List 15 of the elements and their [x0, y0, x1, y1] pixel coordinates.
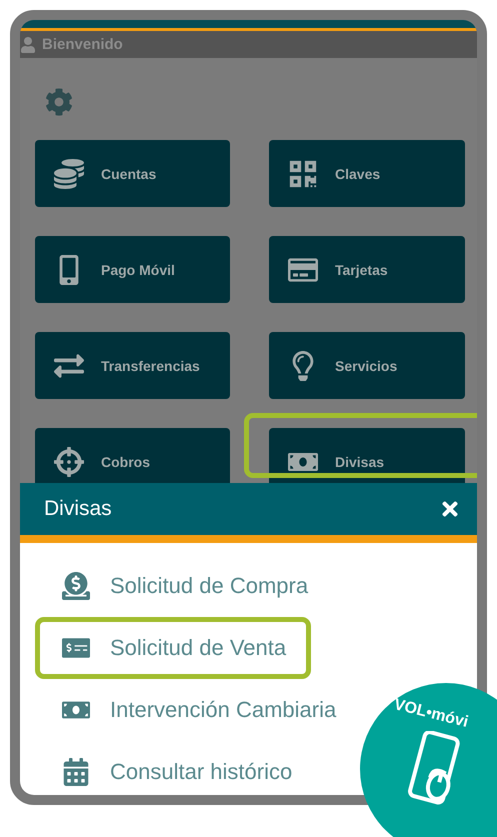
menu-tile[interactable]: Servicios [269, 332, 465, 399]
menu-tile[interactable]: Cuentas [35, 140, 230, 207]
crosshair-icon [54, 446, 84, 476]
menu-tile[interactable]: Claves [269, 140, 465, 207]
user-icon [20, 36, 36, 52]
header-title: Bienvenido [42, 36, 123, 53]
sheet-title: Divisas [44, 497, 112, 521]
menu-tile[interactable]: Pago Móvil [35, 236, 230, 303]
menu-tile[interactable]: Transferencias [35, 332, 230, 399]
menu-item[interactable]: Solicitud de Venta [35, 617, 312, 679]
menu-tile[interactable]: Tarjetas [269, 236, 465, 303]
qr-code-icon [288, 158, 318, 188]
calendar-icon [62, 758, 90, 786]
coins-icon [54, 158, 84, 188]
coin-icon [62, 572, 90, 600]
